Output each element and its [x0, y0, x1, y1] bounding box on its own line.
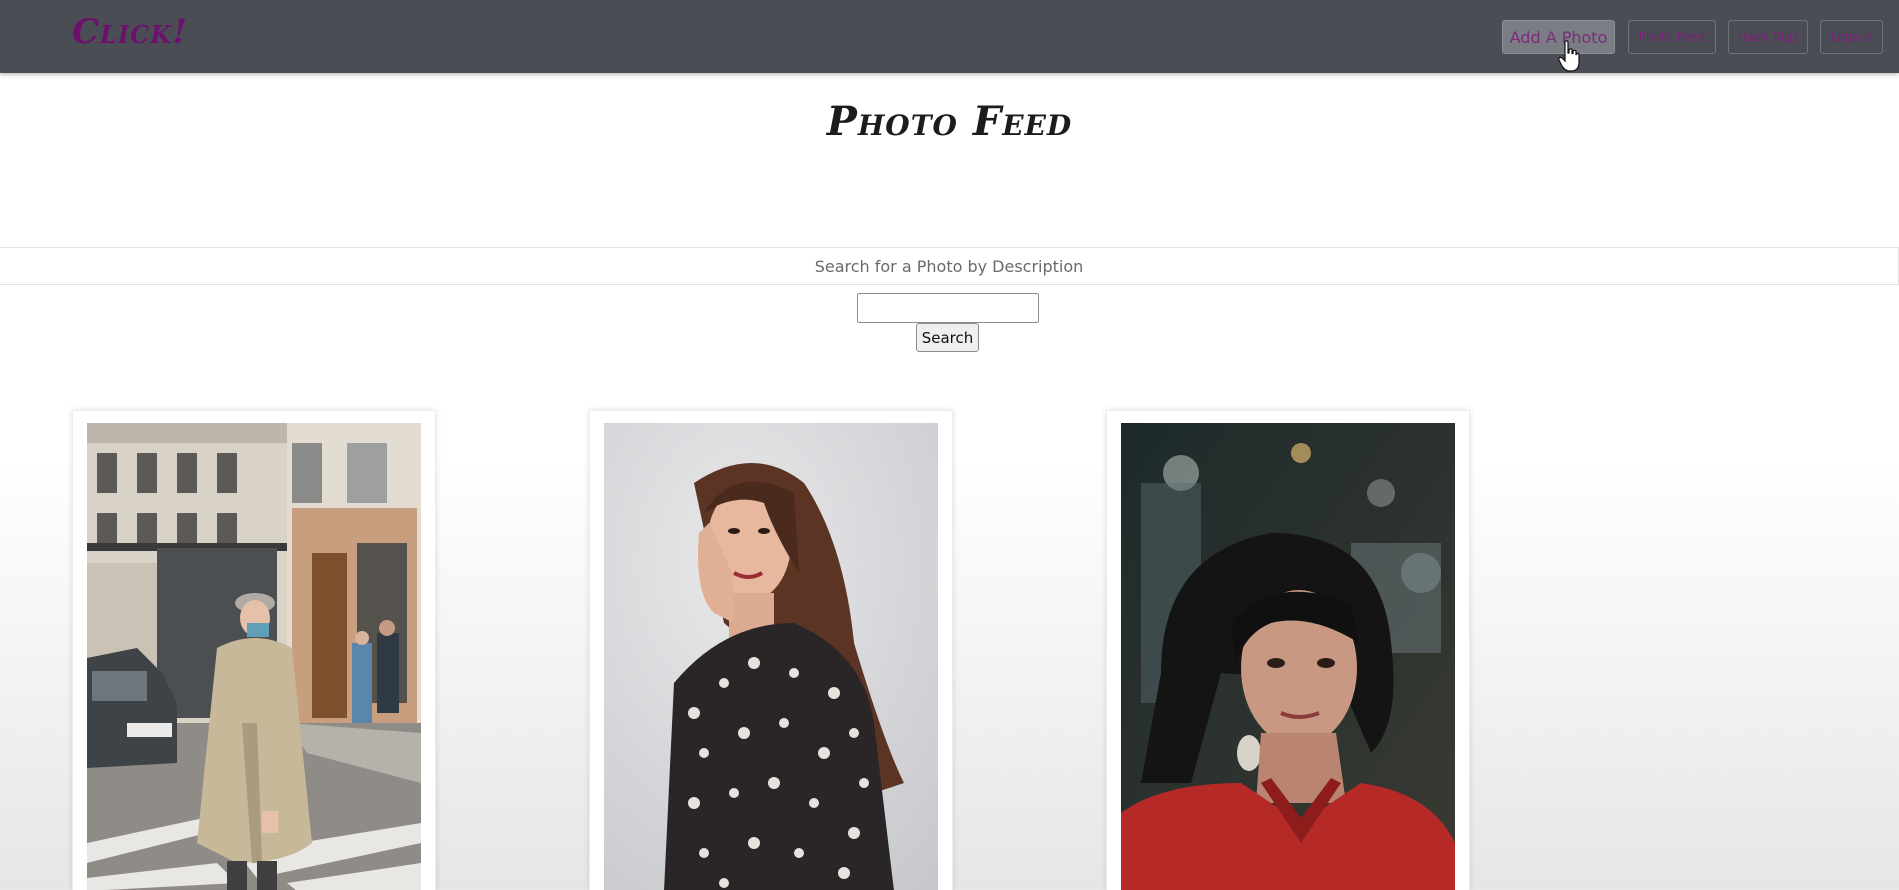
search-label: Search for a Photo by Description	[0, 247, 1899, 285]
photo-card[interactable]	[1106, 410, 1470, 890]
photo-woman-red-top[interactable]	[1121, 423, 1455, 890]
navbar: Click! Add A Photo Photo Feed Hash Tags …	[0, 0, 1899, 73]
photo-man-street[interactable]	[87, 423, 421, 890]
photo-feed-button[interactable]: Photo Feed	[1628, 20, 1716, 54]
brand-logo[interactable]: Click!	[72, 12, 188, 52]
logout-button[interactable]: Logout	[1820, 20, 1883, 54]
photo-card[interactable]	[589, 410, 953, 890]
search-button[interactable]: Search	[916, 323, 979, 352]
photo-card[interactable]	[72, 410, 436, 890]
hand-pointer-icon	[1558, 40, 1580, 72]
search-input[interactable]	[857, 293, 1039, 323]
page-title: Photo Feed	[826, 98, 1073, 145]
photo-woman-floral-dress[interactable]	[604, 423, 938, 890]
hash-tags-button[interactable]: Hash Tags	[1728, 20, 1808, 54]
